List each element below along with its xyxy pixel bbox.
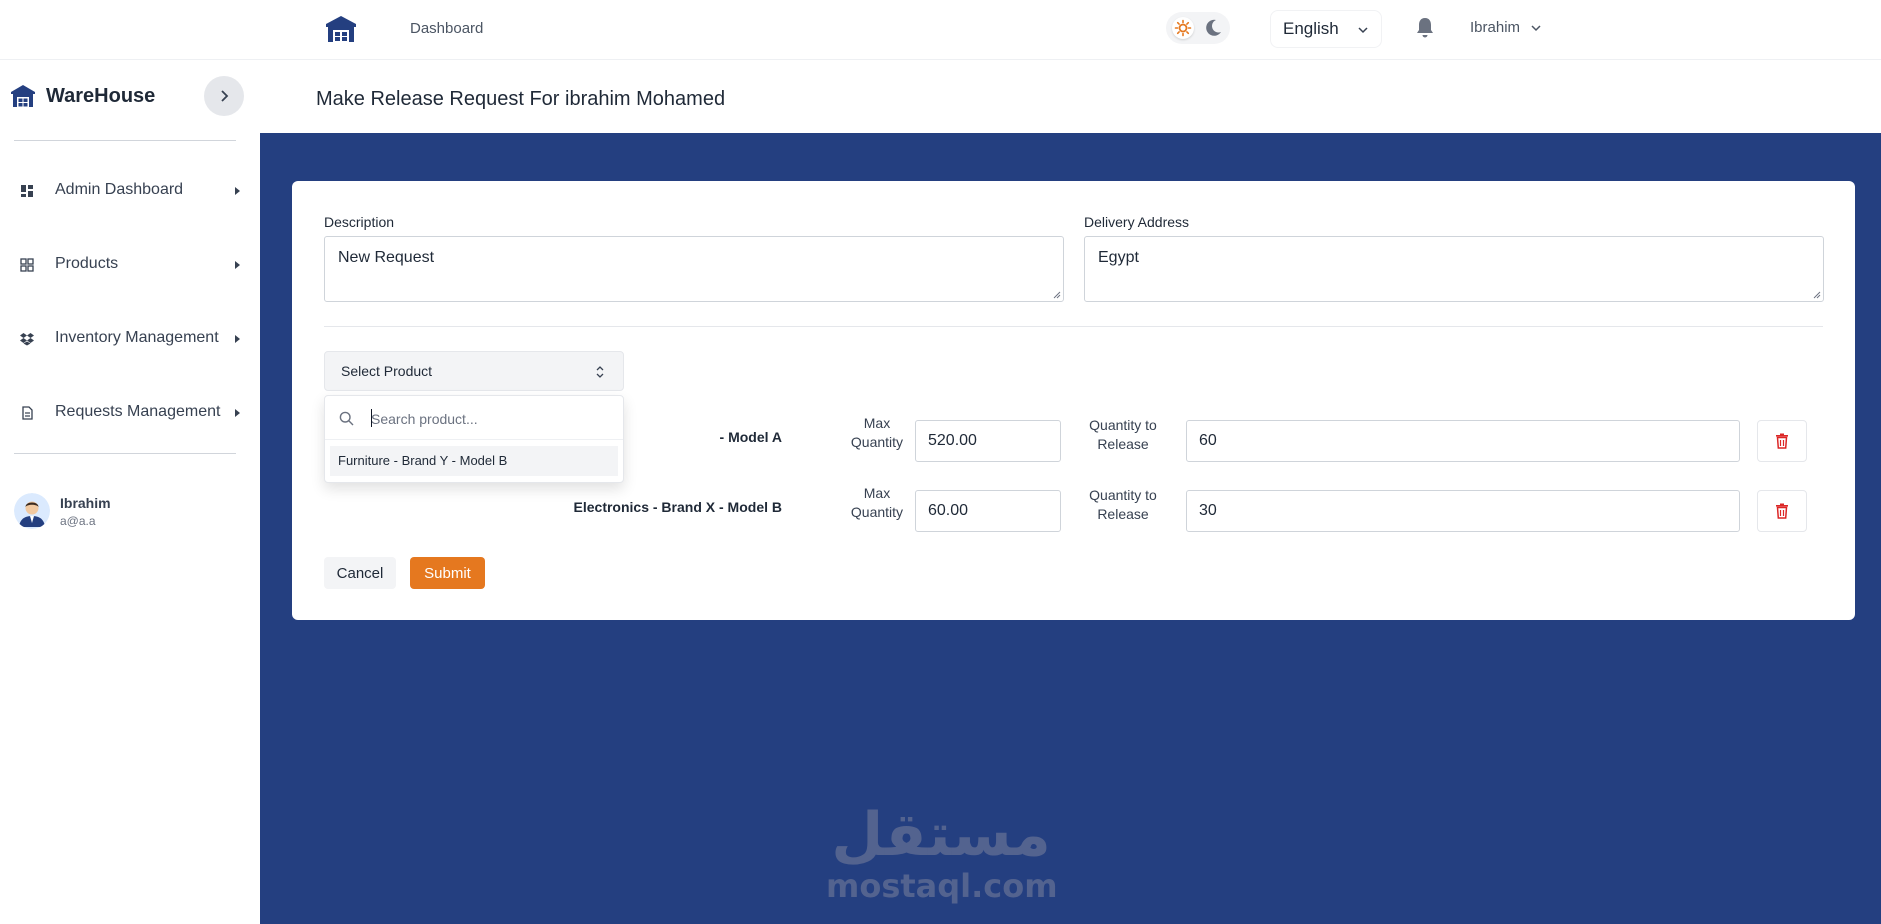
theme-toggle[interactable] <box>1166 12 1230 44</box>
sidebar-divider <box>14 140 236 141</box>
delivery-address-label: Delivery Address <box>1084 214 1190 230</box>
grid-icon <box>20 258 34 272</box>
quantity-to-release-input[interactable]: 30 <box>1186 490 1740 532</box>
sidebar-item-label: Products <box>55 255 119 272</box>
product-row-1-name: - Model A <box>719 429 782 445</box>
form-divider <box>324 326 1823 327</box>
resize-grip-icon[interactable] <box>1813 291 1821 299</box>
trash-icon <box>1776 503 1788 519</box>
product-dropdown: Furniture - Brand Y - Model B <box>324 395 624 483</box>
delivery-address-value: Egypt <box>1098 249 1139 266</box>
sidebar-item-admin-dashboard[interactable]: Admin Dashboard <box>0 170 250 210</box>
moon-icon[interactable] <box>1202 17 1224 39</box>
brand[interactable]: WareHouse <box>10 84 155 108</box>
select-product-button[interactable]: Select Product <box>324 351 624 391</box>
caret-right-icon <box>235 187 240 195</box>
resize-grip-icon[interactable] <box>1053 291 1061 299</box>
chevron-right-icon <box>221 90 229 102</box>
max-quantity-label: Max Quantity <box>850 415 904 450</box>
language-select[interactable]: English <box>1270 10 1382 48</box>
page-title: Make Release Request For ibrahim Mohamed <box>316 88 726 110</box>
description-field[interactable]: New Request <box>324 236 1064 302</box>
top-bar: Dashboard English Ibrahim <box>0 0 1881 60</box>
document-icon <box>22 406 33 420</box>
dropdown-option[interactable]: Furniture - Brand Y - Model B <box>330 446 618 476</box>
description-value: New Request <box>338 249 435 266</box>
watermark-latin: mostaql.com <box>826 867 1058 905</box>
chevron-down-icon <box>1358 27 1368 34</box>
main-content: Description New Request Delivery Address… <box>260 133 1881 924</box>
description-label: Description <box>324 214 395 230</box>
cancel-button[interactable]: Cancel <box>324 557 396 589</box>
bell-icon[interactable] <box>1414 16 1436 40</box>
sun-icon[interactable] <box>1172 17 1194 39</box>
delivery-address-field[interactable]: Egypt <box>1084 236 1824 302</box>
max-quantity-input[interactable]: 60.00 <box>915 490 1061 532</box>
max-quantity-value: 60.00 <box>928 502 969 519</box>
sidebar-item-label: Inventory Management <box>55 329 219 346</box>
sidebar-divider <box>14 453 236 454</box>
sidebar-collapse-button[interactable] <box>204 76 244 116</box>
chevron-down-icon <box>1531 24 1541 31</box>
sidebar-item-inventory-management[interactable]: Inventory Management <box>0 318 250 358</box>
text-cursor <box>371 409 372 427</box>
profile-email: a@a.a <box>60 513 96 528</box>
dashboard-icon <box>21 185 33 197</box>
max-quantity-label: Max Quantity <box>850 485 904 520</box>
profile-name: Ibrahim <box>60 494 111 511</box>
sidebar: WareHouse Admin Dashboard Products Inven… <box>0 60 260 924</box>
quantity-to-release-input[interactable]: 60 <box>1186 420 1740 462</box>
delete-row-button[interactable] <box>1757 420 1807 462</box>
language-label: English <box>1283 19 1339 38</box>
quantity-to-release-value: 60 <box>1199 432 1217 449</box>
warehouse-icon[interactable] <box>324 14 358 44</box>
max-quantity-input[interactable]: 520.00 <box>915 420 1061 462</box>
sidebar-profile[interactable]: Ibrahim a@a.a <box>14 493 111 529</box>
caret-right-icon <box>235 335 240 343</box>
avatar <box>14 493 50 529</box>
quantity-to-release-label: Quantity to Release <box>1089 417 1157 452</box>
select-product-label: Select Product <box>341 363 433 379</box>
warehouse-icon <box>11 85 35 107</box>
chevron-up-down-icon <box>596 366 604 378</box>
sidebar-item-label: Requests Management <box>55 403 221 420</box>
max-quantity-value: 520.00 <box>928 432 977 449</box>
trash-icon <box>1776 433 1788 449</box>
user-menu[interactable]: Ibrahim <box>1470 19 1542 36</box>
caret-right-icon <box>235 409 240 417</box>
submit-button[interactable]: Submit <box>410 557 485 589</box>
product-row-2-name: Electronics - Brand X - Model B <box>573 499 782 515</box>
sidebar-item-label: Admin Dashboard <box>55 181 184 198</box>
product-search-row <box>325 396 623 440</box>
watermark-arabic: مستقل <box>831 800 1051 870</box>
sidebar-item-requests-management[interactable]: Requests Management <box>0 392 250 432</box>
sidebar-item-products[interactable]: Products <box>0 244 250 284</box>
search-icon <box>339 411 354 426</box>
user-menu-name: Ibrahim <box>1470 19 1521 36</box>
caret-right-icon <box>235 261 240 269</box>
delete-row-button[interactable] <box>1757 490 1807 532</box>
watermark: مستقل mostaql.com <box>826 800 1058 905</box>
quantity-to-release-value: 30 <box>1199 502 1217 519</box>
quantity-to-release-label: Quantity to Release <box>1089 487 1157 522</box>
breadcrumb-dashboard[interactable]: Dashboard <box>410 20 483 37</box>
product-search-input[interactable] <box>371 408 611 430</box>
brand-name: WareHouse <box>46 84 156 107</box>
release-request-form: Description New Request Delivery Address… <box>292 181 1855 620</box>
dropbox-icon <box>20 333 34 346</box>
